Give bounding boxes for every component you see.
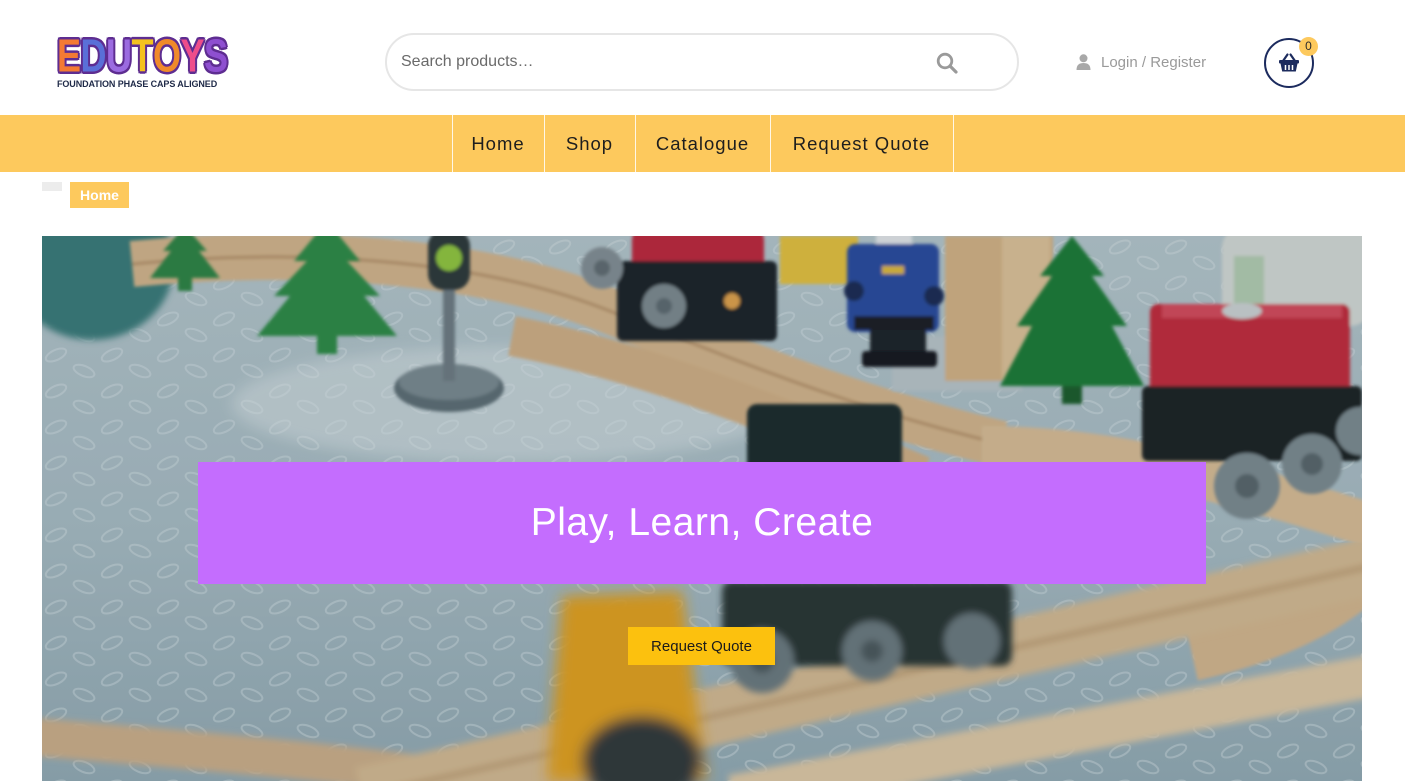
request-quote-button[interactable]: Request Quote — [628, 627, 775, 665]
logo-letter: S — [204, 28, 228, 82]
logo-letter: D — [80, 28, 107, 82]
nav-item-catalogue[interactable]: Catalogue — [634, 115, 770, 172]
hero-banner: Play, Learn, Create Request Quote — [42, 236, 1362, 781]
logo-tagline: FOUNDATION PHASE CAPS ALIGNED — [57, 79, 218, 89]
hero-title: Play, Learn, Create — [530, 501, 874, 544]
breadcrumb-root-link[interactable] — [42, 182, 62, 191]
cart-count-badge: 0 — [1299, 37, 1318, 56]
login-register-label: Login / Register — [1101, 53, 1207, 71]
search-bar[interactable] — [385, 33, 1019, 91]
nav-item-home[interactable]: Home — [451, 115, 544, 172]
site-header: E D U T O Y S FOUNDATION PHASE CAPS ALIG… — [0, 0, 1405, 115]
logo-letter: O — [153, 28, 181, 82]
main-nav: Home Shop Catalogue Request Quote — [0, 115, 1405, 172]
site-logo[interactable]: E D U T O Y S FOUNDATION PHASE CAPS ALIG… — [55, 28, 243, 93]
page: E D U T O Y S FOUNDATION PHASE CAPS ALIG… — [0, 0, 1405, 781]
login-register-link[interactable]: Login / Register — [1076, 52, 1206, 72]
logo-wordmark: E D U T O Y S — [57, 28, 228, 82]
logo-letter: Y — [180, 28, 205, 82]
logo-letter: T — [131, 28, 154, 82]
search-icon[interactable] — [936, 52, 958, 74]
user-icon — [1076, 54, 1091, 70]
search-input[interactable] — [401, 35, 921, 89]
basket-icon — [1279, 53, 1299, 72]
logo-letter: E — [57, 28, 81, 82]
hero-title-box: Play, Learn, Create — [198, 462, 1206, 584]
nav-item-request-quote[interactable]: Request Quote — [769, 115, 954, 172]
logo-letter: U — [106, 28, 132, 82]
breadcrumb-current: Home — [70, 182, 129, 208]
nav-item-shop[interactable]: Shop — [543, 115, 635, 172]
